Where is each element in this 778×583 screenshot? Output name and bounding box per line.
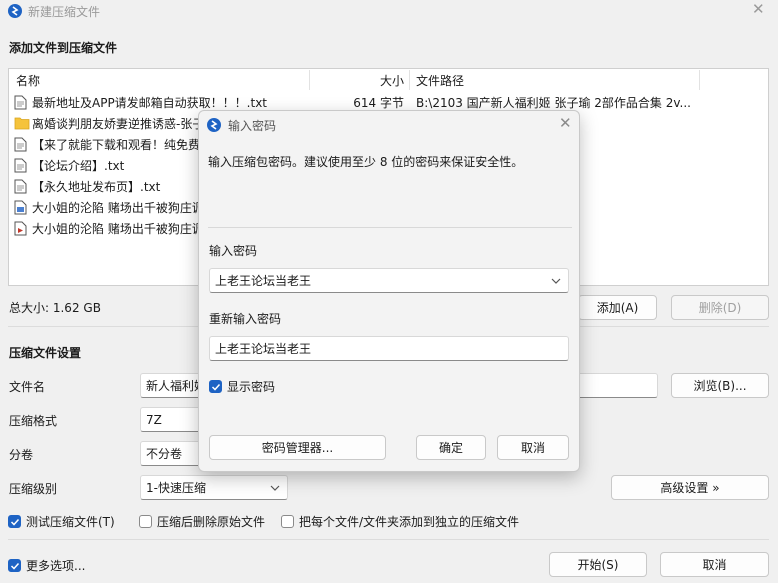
advanced-button[interactable]: 高级设置 »	[611, 475, 769, 500]
separate-archives-label: 把每个文件/文件夹添加到独立的压缩文件	[299, 515, 520, 529]
image-file-icon	[14, 200, 27, 218]
dialog-close-icon[interactable]: ✕	[559, 114, 572, 132]
reenter-label: 重新输入密码	[209, 312, 282, 326]
folder-icon	[14, 116, 30, 133]
level-select[interactable]: 1-快速压缩	[140, 475, 288, 500]
text-file-icon	[14, 137, 27, 155]
chevron-down-icon[interactable]	[550, 275, 562, 290]
filename-label: 文件名	[9, 380, 46, 394]
dialog-title: 输入密码	[228, 119, 277, 133]
text-file-icon	[14, 95, 27, 113]
text-file-icon	[14, 158, 27, 176]
dialog-ok-button[interactable]: 确定	[416, 435, 486, 460]
show-password-label: 显示密码	[227, 380, 276, 394]
column-divider-1	[309, 70, 310, 90]
start-button[interactable]: 开始(S)	[549, 552, 647, 577]
column-header-name[interactable]: 名称	[16, 70, 40, 90]
file-name: 【论坛介绍】.txt	[32, 159, 125, 173]
file-name: 最新地址及APP请发邮箱自动获取！！！.txt	[32, 96, 268, 110]
format-label: 压缩格式	[9, 414, 58, 428]
format-value: 7Z	[146, 412, 162, 427]
column-header-size[interactable]: 大小	[380, 70, 404, 90]
show-password-checkbox[interactable]: 显示密码	[209, 378, 275, 395]
text-file-icon	[14, 179, 27, 197]
cancel-button[interactable]: 取消	[660, 552, 769, 577]
column-divider-3	[699, 70, 700, 90]
title-bar: 新建压缩文件 ✕	[0, 0, 778, 22]
dialog-divider	[208, 227, 572, 228]
window-title: 新建压缩文件	[28, 5, 101, 19]
more-options-label: 更多选项...	[26, 559, 86, 573]
checkbox-checked-icon	[8, 515, 21, 528]
password-value: 上老王论坛当老王	[215, 274, 312, 288]
reenter-value: 上老王论坛当老王	[215, 342, 312, 356]
app-logo-icon	[8, 4, 22, 18]
level-label: 压缩级别	[9, 482, 58, 496]
total-size: 总大小: 1.62 GB	[9, 301, 101, 315]
file-path: B:\2103 国产新人福利姬 张子瑜 2部作品合集 2v...	[416, 96, 691, 110]
file-name: 大小姐的沦陷 赌场出千被狗庄调	[32, 222, 204, 236]
close-icon[interactable]: ✕	[752, 0, 765, 18]
password-manager-button[interactable]: 密码管理器...	[209, 435, 386, 460]
level-value: 1-快速压缩	[146, 481, 206, 495]
separate-archives-checkbox[interactable]: 把每个文件/文件夹添加到独立的压缩文件	[281, 513, 519, 530]
dialog-logo-icon	[207, 118, 221, 132]
split-label: 分卷	[9, 448, 34, 462]
column-divider-2	[409, 70, 410, 90]
bottom-divider	[8, 539, 769, 540]
delete-after-label: 压缩后删除原始文件	[157, 515, 266, 529]
password-input[interactable]: 上老王论坛当老王	[209, 268, 569, 293]
checkbox-unchecked-icon	[281, 515, 294, 528]
video-file-icon	[14, 221, 27, 239]
file-name: 大小姐的沦陷 赌场出千被狗庄调	[32, 201, 204, 215]
checkbox-checked-icon	[209, 380, 222, 393]
filename-value: 新人福利姬	[146, 379, 207, 393]
file-name: 【来了就能下载和观看！纯免费	[32, 138, 201, 152]
checkbox-checked-icon	[8, 559, 21, 572]
delete-button[interactable]: 删除(D)	[671, 295, 769, 320]
settings-title: 压缩文件设置	[9, 346, 82, 360]
browse-button[interactable]: 浏览(B)...	[671, 373, 769, 398]
add-button[interactable]: 添加(A)	[578, 295, 657, 320]
test-archive-label: 测试压缩文件(T)	[26, 515, 115, 529]
dialog-cancel-button[interactable]: 取消	[497, 435, 569, 460]
reenter-input[interactable]: 上老王论坛当老王	[209, 336, 569, 361]
column-header-path[interactable]: 文件路径	[416, 70, 464, 90]
more-options-checkbox[interactable]: 更多选项...	[8, 557, 85, 574]
file-name: 【永久地址发布页】.txt	[32, 180, 161, 194]
dialog-hint: 输入压缩包密码。建议使用至少 8 位的密码来保证安全性。	[208, 155, 524, 169]
chevron-down-icon	[269, 482, 281, 497]
password-label: 输入密码	[209, 244, 258, 258]
password-dialog: 输入密码 ✕ 输入压缩包密码。建议使用至少 8 位的密码来保证安全性。 输入密码…	[198, 110, 580, 472]
split-value: 不分卷	[146, 447, 183, 461]
file-size: 614 字节	[353, 96, 404, 110]
test-archive-checkbox[interactable]: 测试压缩文件(T)	[8, 513, 115, 530]
file-name: 离婚谈判朋友娇妻逆推诱惑-张子瑜	[32, 117, 217, 131]
checkbox-unchecked-icon	[139, 515, 152, 528]
add-section-title: 添加文件到压缩文件	[9, 41, 118, 55]
delete-after-checkbox[interactable]: 压缩后删除原始文件	[139, 513, 265, 530]
